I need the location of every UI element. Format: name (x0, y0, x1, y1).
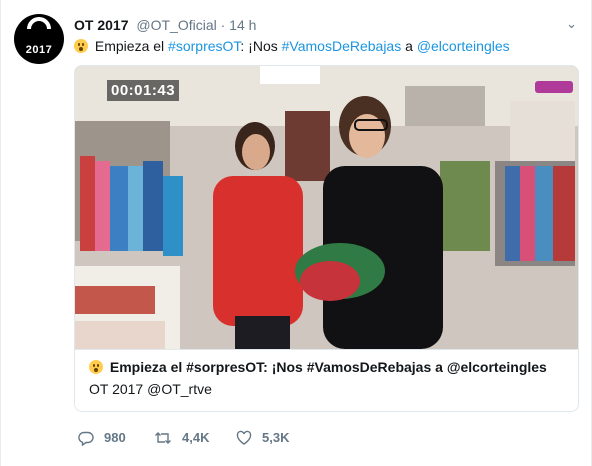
reply-count: 980 (104, 430, 126, 445)
retweet-count: 4,4K (182, 430, 210, 445)
avatar-logo-text: 2017 (25, 44, 53, 56)
mention-link[interactable]: @elcorteingles (417, 38, 510, 54)
reply-button[interactable]: 980 (78, 430, 126, 447)
video-timer: 00:01:43 (107, 80, 180, 101)
like-count: 5,3K (262, 430, 290, 445)
avatar[interactable]: 2017 (14, 14, 64, 64)
tweet: 2017 OT 2017 @OT_Oficial · 14 h ⌄ Empiez… (0, 0, 592, 466)
display-name[interactable]: OT 2017 (74, 17, 128, 33)
card-source: OT 2017 @OT_rtve (89, 381, 212, 397)
retweet-button[interactable]: 4,4K (154, 430, 209, 446)
chevron-down-icon[interactable]: ⌄ (566, 16, 577, 32)
video-frame (75, 66, 578, 349)
timestamp[interactable]: 14 h (229, 17, 256, 33)
card-title-text: Empieza el #sorpresOT: ¡Nos #VamosDeReba… (106, 359, 547, 375)
tweet-header: OT 2017 @OT_Oficial · 14 h (74, 17, 256, 33)
retweet-icon (155, 432, 171, 444)
heart-icon (236, 430, 252, 445)
tweet-text-part: Empieza el (91, 38, 169, 54)
video-player[interactable]: 00:01:43 (75, 66, 578, 349)
tweet-text-part: a (401, 38, 417, 54)
card-details[interactable]: Empieza el #sorpresOT: ¡Nos #VamosDeReba… (75, 349, 578, 411)
media-card[interactable]: 00:01:43 Empieza el #sorpresOT: ¡Nos #Va… (74, 65, 579, 412)
tweet-text-part: : ¡Nos (240, 38, 282, 54)
like-button[interactable]: 5,3K (236, 430, 289, 446)
tweet-text: Empieza el #sorpresOT: ¡Nos #VamosDeReba… (74, 38, 510, 54)
user-handle[interactable]: @OT_Oficial (136, 17, 216, 33)
hashtag-link[interactable]: #sorpresOT (168, 38, 240, 54)
astonished-face-icon (89, 360, 103, 374)
card-title: Empieza el #sorpresOT: ¡Nos #VamosDeReba… (89, 359, 547, 375)
separator-dot: · (220, 17, 226, 33)
reply-icon (78, 431, 94, 447)
logo-arc (27, 17, 51, 29)
hashtag-link[interactable]: #VamosDeRebajas (282, 38, 402, 54)
astonished-face-icon (74, 39, 88, 53)
